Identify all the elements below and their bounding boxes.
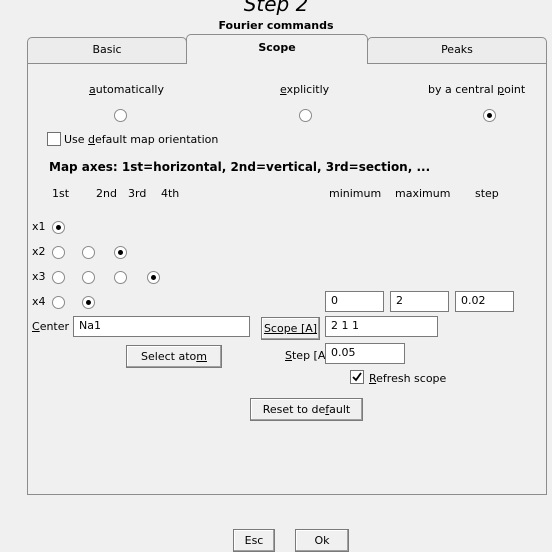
axis-row-label-x3: x3	[32, 270, 46, 283]
select-atom-button[interactable]: Select atom	[126, 345, 222, 368]
column-header-step: step	[475, 187, 499, 200]
step-input[interactable]: 0.05	[325, 343, 405, 364]
mode-automatically-radio[interactable]	[114, 109, 127, 122]
center-label: Center	[32, 320, 70, 333]
mode-explicitly-label: explicitly	[280, 83, 330, 96]
mode-central-point-radio[interactable]	[483, 109, 496, 122]
mode-central-point-label: by a central point	[428, 83, 526, 96]
axis-radio-x4-1st[interactable]	[52, 296, 65, 309]
axis-radio-x2-3rd[interactable]	[114, 246, 127, 259]
axis-radio-x3-1st[interactable]	[52, 271, 65, 284]
refresh-scope-label: Refresh scope	[369, 372, 447, 385]
x4-minimum-input[interactable]: 0	[325, 291, 384, 312]
axis-row-label-x2: x2	[32, 245, 46, 258]
default-orientation-label: Use default map orientation	[64, 133, 219, 146]
axis-row-label-x1: x1	[32, 220, 46, 233]
axis-radio-x3-4th[interactable]	[147, 271, 160, 284]
axis-radio-x2-2nd[interactable]	[82, 246, 95, 259]
axis-radio-x4-2nd[interactable]	[82, 296, 95, 309]
mode-explicitly-radio[interactable]	[299, 109, 312, 122]
axis-radio-x3-2nd[interactable]	[82, 271, 95, 284]
column-header-maximum: maximum	[395, 187, 451, 200]
default-orientation-checkbox[interactable]	[47, 132, 61, 146]
column-header-1st: 1st	[52, 187, 70, 200]
column-header-2nd: 2nd	[96, 187, 117, 200]
tab-basic[interactable]: Basic	[27, 37, 187, 63]
axis-radio-x1-1st[interactable]	[52, 221, 65, 234]
column-header-3rd: 3rd	[128, 187, 147, 200]
center-input[interactable]: Na1	[73, 316, 250, 337]
tab-peaks-label: Peaks	[441, 43, 473, 56]
tab-scope-label: Scope	[258, 41, 296, 54]
step-caption: Step 2	[243, 0, 309, 16]
ok-button[interactable]: Ok	[295, 529, 349, 552]
scope-button[interactable]: Scope [A]	[261, 317, 320, 340]
tab-basic-label: Basic	[92, 43, 122, 56]
step-label: Step [A]	[285, 349, 330, 362]
reset-to-default-button[interactable]: Reset to default	[250, 398, 363, 421]
mode-automatically-label: automatically	[89, 83, 165, 96]
tab-peaks[interactable]: Peaks	[367, 37, 547, 63]
refresh-scope-checkbox[interactable]	[350, 370, 364, 384]
column-header-minimum: minimum	[329, 187, 382, 200]
dialog-title: Fourier commands	[218, 19, 334, 32]
axis-radio-x2-1st[interactable]	[52, 246, 65, 259]
column-header-4th: 4th	[161, 187, 180, 200]
x4-step-input[interactable]: 0.02	[455, 291, 514, 312]
x4-maximum-input[interactable]: 2	[390, 291, 449, 312]
checkmark-icon	[352, 372, 362, 382]
axis-row-label-x4: x4	[32, 295, 46, 308]
axis-radio-x3-3rd[interactable]	[114, 271, 127, 284]
map-axes-heading: Map axes: 1st=horizontal, 2nd=vertical, …	[49, 160, 431, 174]
scope-input[interactable]: 2 1 1	[325, 316, 438, 337]
esc-button[interactable]: Esc	[233, 529, 275, 552]
scope-panel: automatically explicitly by a central po…	[27, 63, 547, 495]
tab-scope[interactable]: Scope	[186, 34, 368, 64]
